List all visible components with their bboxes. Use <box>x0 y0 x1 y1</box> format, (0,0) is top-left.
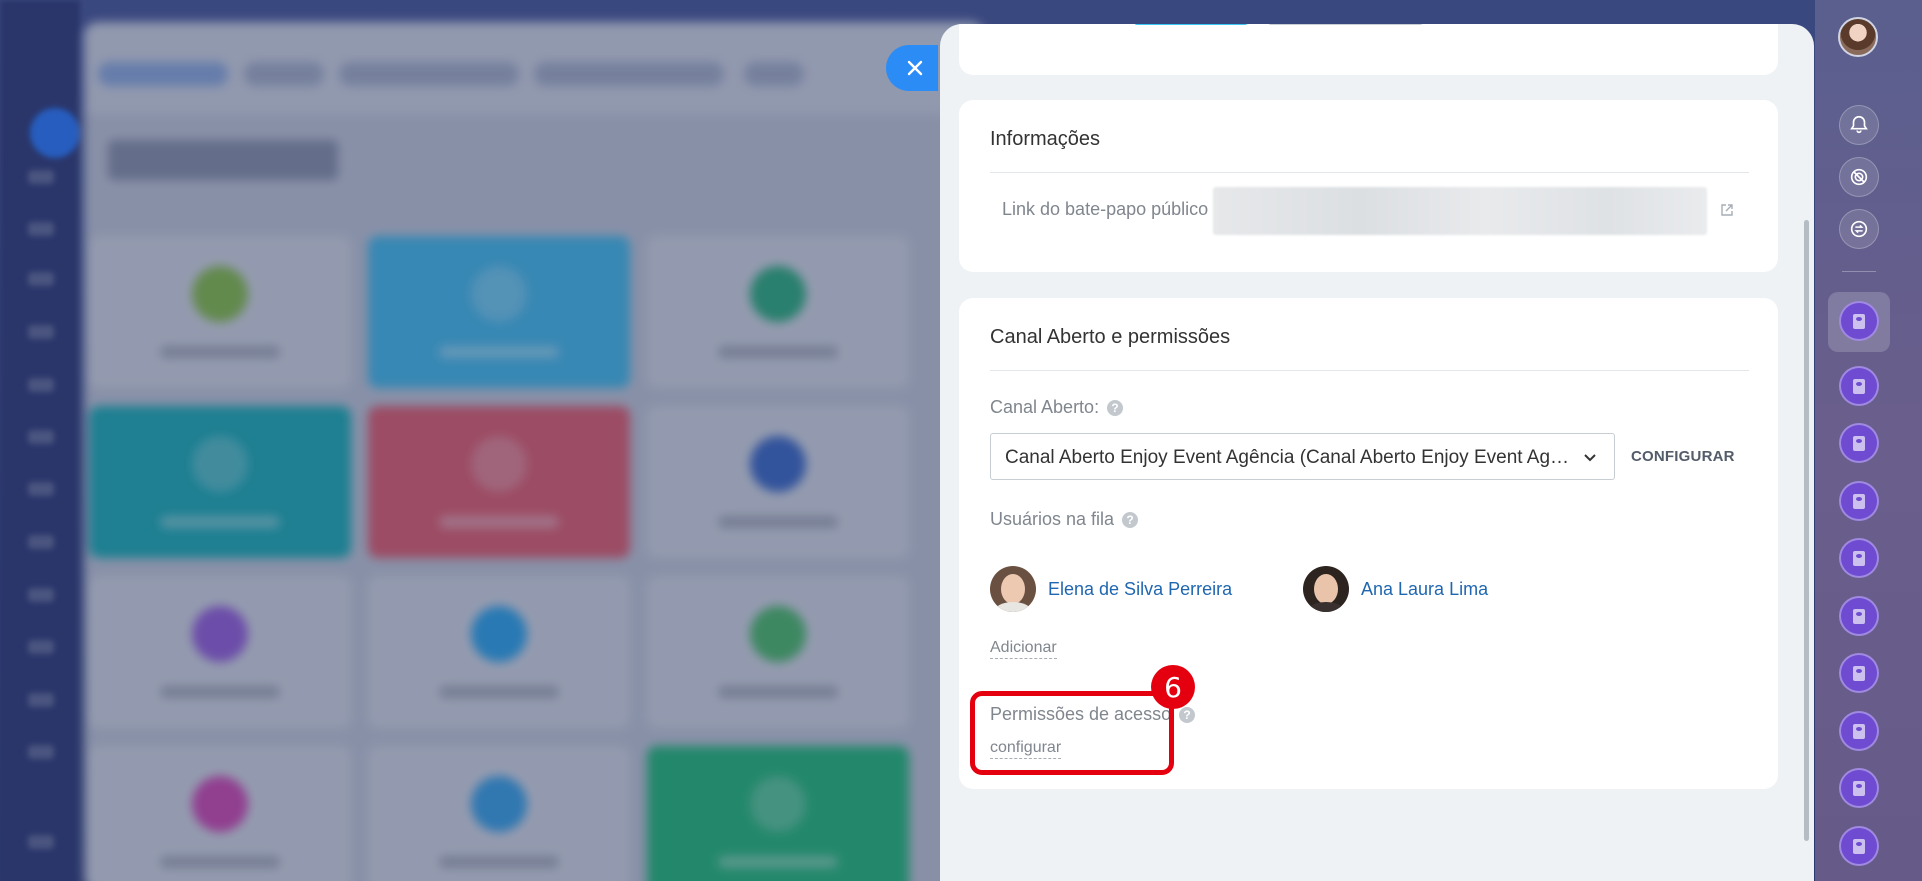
rail-divider <box>1842 271 1876 272</box>
open-channel-field: Canal Aberto: ? <box>990 397 1124 418</box>
queue-users-label: Usuários na fila <box>990 509 1115 529</box>
queue-user-name[interactable]: Elena de Silva Perreira <box>1048 579 1232 600</box>
permissions-card-title: Canal Aberto e permissões <box>990 326 1231 348</box>
top-actions-card <box>959 24 1778 75</box>
rail-app-icon[interactable] <box>1839 366 1879 406</box>
rail-app-icon[interactable] <box>1839 711 1879 751</box>
user-avatar[interactable] <box>1838 17 1878 57</box>
add-user-link[interactable]: Adicionar <box>990 639 1057 659</box>
annotation-step-badge: 6 <box>1151 665 1195 709</box>
divider <box>990 370 1749 371</box>
save-button[interactable] <box>1134 24 1248 25</box>
help-icon[interactable]: ? <box>1107 399 1124 416</box>
queue-user[interactable]: Ana Laura Lima <box>1303 566 1488 612</box>
close-slider-button[interactable] <box>886 45 938 91</box>
public-chat-link-label: Link do bate-papo público <box>1002 199 1209 219</box>
rail-app-icon[interactable] <box>1839 423 1879 463</box>
close-icon <box>907 60 923 76</box>
rail-app-icon[interactable] <box>1839 826 1879 866</box>
external-link-icon[interactable] <box>1720 203 1734 217</box>
open-channel-select[interactable]: Canal Aberto Enjoy Event Agência (Canal … <box>990 433 1615 480</box>
rail-app-icon[interactable] <box>1839 596 1879 636</box>
queue-user[interactable]: Elena de Silva Perreira <box>990 566 1232 612</box>
configure-channel-button[interactable]: CONFIGURAR <box>1631 448 1735 465</box>
rail-app-icon[interactable] <box>1839 301 1879 341</box>
help-icon[interactable]: ? <box>1179 706 1196 723</box>
open-channel-selected-value: Canal Aberto Enjoy Event Agência (Canal … <box>1005 447 1570 468</box>
info-card-title: Informações <box>990 128 1101 150</box>
rail-app-icon[interactable] <box>1839 538 1879 578</box>
sync-chat-icon[interactable] <box>1839 209 1879 249</box>
queue-user-name[interactable]: Ana Laura Lima <box>1361 579 1488 600</box>
divider <box>990 172 1749 173</box>
info-card: Informações Link do bate-papo público <box>959 100 1778 272</box>
avatar <box>990 566 1036 612</box>
notifications-bell-icon[interactable] <box>1839 105 1879 145</box>
cancel-button[interactable] <box>1268 24 1423 25</box>
chevron-down-icon <box>1584 454 1596 462</box>
annotation-highlight-box <box>970 691 1174 775</box>
panel-scrollbar[interactable] <box>1804 220 1809 841</box>
queue-users-field: Usuários na fila ? <box>990 509 1139 530</box>
rail-app-icon[interactable] <box>1839 768 1879 808</box>
rail-app-icon[interactable] <box>1839 481 1879 521</box>
avatar <box>1303 566 1349 612</box>
feed-target-icon[interactable] <box>1839 157 1879 197</box>
rail-app-icon[interactable] <box>1839 653 1879 693</box>
public-chat-link-value[interactable] <box>1213 187 1707 235</box>
help-icon[interactable]: ? <box>1122 511 1139 528</box>
open-channel-label: Canal Aberto: <box>990 397 1100 417</box>
